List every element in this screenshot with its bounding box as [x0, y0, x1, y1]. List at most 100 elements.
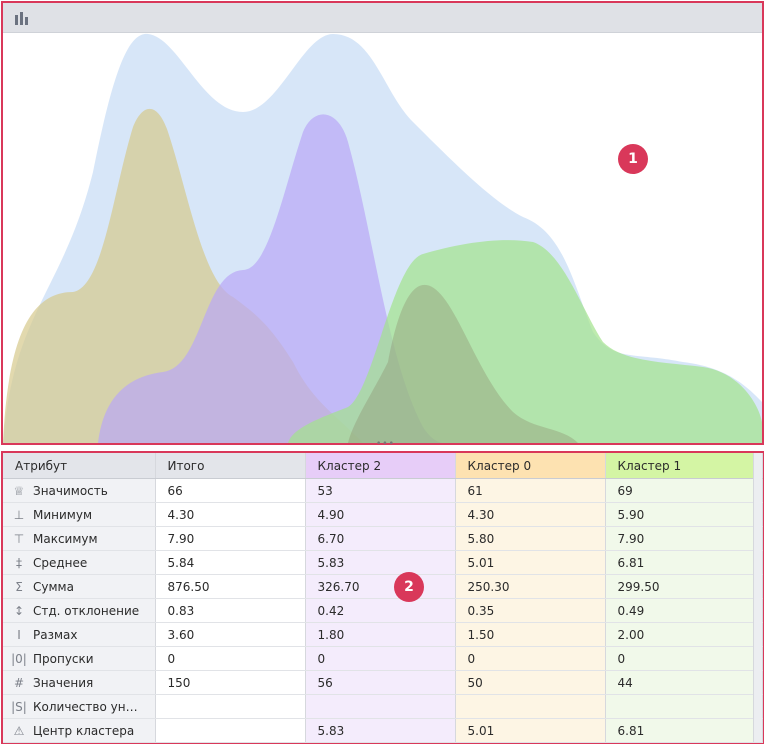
- cluster-2-cell: 5.83: [305, 718, 456, 743]
- table-row[interactable]: Ι Размах 3.60 1.80 1.50 2.00: [3, 622, 763, 647]
- attribute-cell: Ι Размах: [3, 622, 156, 647]
- cluster-0-cell: 5.80: [455, 526, 606, 551]
- table-panel: Атрибут Итого Кластер 2 Кластер 0 Класте…: [1, 451, 764, 744]
- attribute-cell: ‡ Среднее: [3, 550, 156, 575]
- annotation-badge-2: 2: [394, 572, 424, 602]
- maximum-icon: ⊤: [13, 531, 25, 546]
- cluster-1-cell: 0.49: [605, 598, 763, 623]
- table-row[interactable]: ⊥ Минимум 4.30 4.90 4.30 5.90: [3, 502, 763, 527]
- total-cell: 0: [155, 646, 306, 671]
- cluster-0-cell: 5.01: [455, 718, 606, 743]
- attribute-label: Стд. отклонение: [33, 603, 140, 618]
- cluster-0-cell: 50: [455, 670, 606, 695]
- range-icon: Ι: [17, 627, 21, 642]
- cluster-2-cell: 326.70: [305, 574, 456, 599]
- cluster-2-cell: 6.70: [305, 526, 456, 551]
- cluster-1-cell: 69: [605, 478, 763, 503]
- table-row[interactable]: ⚠ Центр кластера 5.83 5.01 6.81: [3, 718, 763, 743]
- chart-toolbar: [3, 3, 762, 33]
- attribute-cell: |0| Пропуски: [3, 646, 156, 671]
- cluster-0-cell: 250.30: [455, 574, 606, 599]
- count-icon: #: [13, 675, 25, 690]
- total-cell: 7.90: [155, 526, 306, 551]
- header-cluster-1[interactable]: Кластер 1: [605, 453, 763, 479]
- table-row[interactable]: Σ Сумма 876.50 326.70 250.30 299.50: [3, 574, 763, 599]
- attribute-label: Значения: [33, 675, 94, 690]
- cluster-2-cell: 56: [305, 670, 456, 695]
- total-cell: 0.83: [155, 598, 306, 623]
- attribute-cell: ♕ Значимость: [3, 478, 156, 503]
- cluster-1-cell: 44: [605, 670, 763, 695]
- cluster-0-cell: 0.35: [455, 598, 606, 623]
- attribute-cell: ⚠ Центр кластера: [3, 718, 156, 743]
- attribute-label: Центр кластера: [33, 723, 135, 738]
- cluster-1-cell: 5.90: [605, 502, 763, 527]
- attribute-cell: ⊥ Минимум: [3, 502, 156, 527]
- header-cluster-2[interactable]: Кластер 2: [305, 453, 456, 479]
- bar-chart-icon[interactable]: [14, 11, 30, 25]
- cluster-0-cell: 4.30: [455, 502, 606, 527]
- distribution-chart: [3, 33, 762, 443]
- total-cell: 3.60: [155, 622, 306, 647]
- attribute-cell: ↕ Стд. отклонение: [3, 598, 156, 623]
- minimum-icon: ⊥: [13, 507, 25, 522]
- cluster-1-cell: 6.81: [605, 550, 763, 575]
- cluster-2-cell: 53: [305, 478, 456, 503]
- header-attribute[interactable]: Атрибут: [3, 453, 156, 479]
- cluster-0-cell: [455, 694, 606, 719]
- table-row[interactable]: ♕ Значимость 66 53 61 69: [3, 478, 763, 503]
- attribute-label: Сумма: [33, 579, 74, 594]
- sum-icon: Σ: [15, 579, 23, 594]
- cluster-2-cell: 4.90: [305, 502, 456, 527]
- header-total[interactable]: Итого: [155, 453, 306, 479]
- attribute-cell: |S| Количество ун…: [3, 694, 156, 719]
- table-row[interactable]: ‡ Среднее 5.84 5.83 5.01 6.81: [3, 550, 763, 575]
- attribute-label: Размах: [33, 627, 78, 642]
- crown-icon: ♕: [13, 483, 25, 498]
- mean-icon: ‡: [16, 555, 22, 570]
- attribute-label: Максимум: [33, 531, 98, 546]
- splitter-handle[interactable]: •••: [376, 440, 394, 449]
- total-cell: [155, 694, 306, 719]
- attribute-cell: # Значения: [3, 670, 156, 695]
- attribute-label: Минимум: [33, 507, 93, 522]
- table-row[interactable]: |S| Количество ун…: [3, 694, 763, 719]
- stats-table: Атрибут Итого Кластер 2 Кластер 0 Класте…: [3, 453, 763, 743]
- unique-count-icon: |S|: [11, 699, 27, 714]
- attribute-label: Значимость: [33, 483, 108, 498]
- table-row[interactable]: # Значения 150 56 50 44: [3, 670, 763, 695]
- cluster-1-cell: 7.90: [605, 526, 763, 551]
- cluster-2-cell: 0.42: [305, 598, 456, 623]
- cluster-1-cell: 0: [605, 646, 763, 671]
- total-cell: 4.30: [155, 502, 306, 527]
- header-cluster-0[interactable]: Кластер 0: [455, 453, 606, 479]
- cluster-0-cell: 0: [455, 646, 606, 671]
- cluster-2-cell: 0: [305, 646, 456, 671]
- total-cell: 876.50: [155, 574, 306, 599]
- table-row[interactable]: ↕ Стд. отклонение 0.83 0.42 0.35 0.49: [3, 598, 763, 623]
- cluster-2-cell: 5.83: [305, 550, 456, 575]
- attribute-cell: ⊤ Максимум: [3, 526, 156, 551]
- cluster-2-cell: 1.80: [305, 622, 456, 647]
- attribute-label: Количество ун…: [33, 699, 138, 714]
- cluster-0-cell: 1.50: [455, 622, 606, 647]
- annotation-badge-1: 1: [618, 144, 648, 174]
- cluster-1-cell: 299.50: [605, 574, 763, 599]
- total-cell: 5.84: [155, 550, 306, 575]
- total-cell: 150: [155, 670, 306, 695]
- cluster-2-cell: [305, 694, 456, 719]
- cluster-0-cell: 61: [455, 478, 606, 503]
- cluster-center-icon: ⚠: [13, 723, 25, 738]
- total-cell: [155, 718, 306, 743]
- table-header-row: Атрибут Итого Кластер 2 Кластер 0 Класте…: [3, 453, 763, 479]
- cluster-0-cell: 5.01: [455, 550, 606, 575]
- cluster-1-cell: 2.00: [605, 622, 763, 647]
- missing-icon: |0|: [11, 651, 27, 666]
- cluster-1-cell: 6.81: [605, 718, 763, 743]
- table-row[interactable]: ⊤ Максимум 7.90 6.70 5.80 7.90: [3, 526, 763, 551]
- vertical-scrollbar[interactable]: [753, 453, 762, 742]
- table-row[interactable]: |0| Пропуски 0 0 0 0: [3, 646, 763, 671]
- attribute-label: Среднее: [33, 555, 88, 570]
- chart-panel: 1: [1, 1, 764, 445]
- std-deviation-icon: ↕: [13, 603, 25, 618]
